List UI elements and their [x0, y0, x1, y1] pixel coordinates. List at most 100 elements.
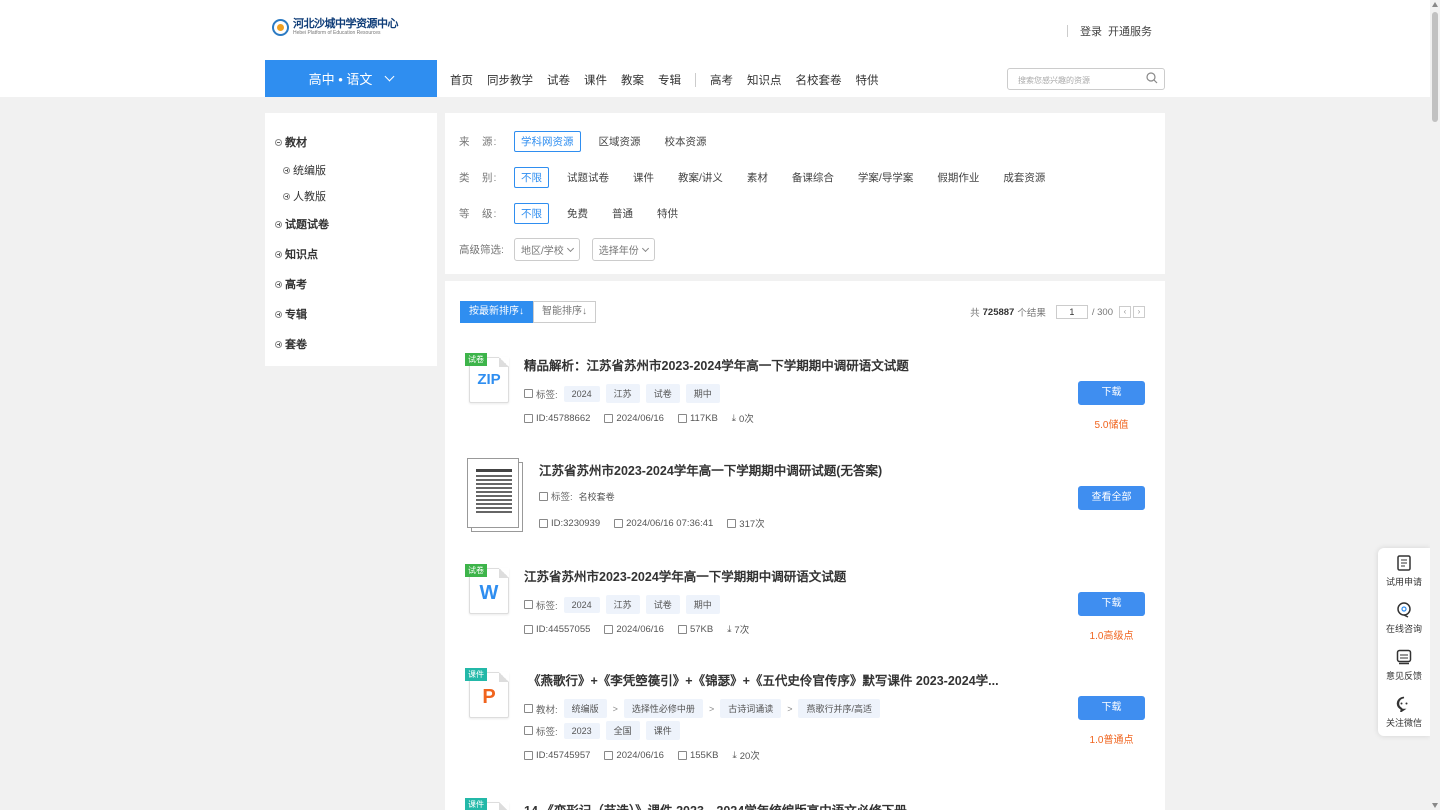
item-title[interactable]: 江苏省苏州市2023-2024学年高一下学期期中调研试题(无答案)	[539, 460, 882, 479]
site-logo[interactable]: 河北沙城中学资源中心 Hebei Platform of Education R…	[272, 19, 399, 36]
subject-selector-button[interactable]: 高中 • 语文	[265, 60, 437, 97]
tag[interactable]: 期中	[685, 595, 720, 614]
sort-newest-button[interactable]: 按最新排序↓	[460, 301, 533, 323]
nav-item-special[interactable]: 特供	[856, 72, 879, 88]
filter-option[interactable]: 不限	[514, 203, 549, 224]
item-downloads: 0次	[739, 414, 754, 425]
service-link[interactable]: 开通服务	[1108, 23, 1152, 39]
tag[interactable]: 期中	[685, 384, 720, 403]
page-input[interactable]: 1	[1055, 305, 1088, 319]
search-icon[interactable]	[1146, 72, 1158, 84]
filter-option[interactable]: 普通	[606, 204, 639, 223]
download-button[interactable]: 下载	[1078, 381, 1145, 405]
page-total: / 300	[1091, 306, 1113, 318]
filter-option[interactable]: 区域资源	[593, 132, 647, 151]
filter-option[interactable]: 素材	[741, 168, 774, 187]
view-all-button[interactable]: 查看全部	[1078, 486, 1145, 510]
textbook-path[interactable]: 统编版	[563, 699, 607, 718]
file-type-label: W	[479, 582, 499, 604]
tag[interactable]: 2024	[563, 596, 600, 613]
sidebar-item-textbook[interactable]: 教材	[265, 127, 437, 157]
list-item[interactable]: 试卷 ZIP 精品解析：江苏省苏州市2023-2024学年高一下学期期中调研语文…	[465, 353, 1145, 433]
word-file-icon: 试卷 W	[465, 564, 509, 616]
logo-icon	[272, 19, 289, 36]
sidebar-subitem-tongbian[interactable]: 统编版	[265, 157, 437, 183]
item-title[interactable]: 精品解析：江苏省苏州市2023-2024学年高一下学期期中调研语文试题	[524, 355, 909, 374]
filter-option[interactable]: 假期作业	[931, 168, 985, 187]
trial-apply-button[interactable]: 试用申请	[1378, 548, 1430, 595]
nav-item-courseware[interactable]: 课件	[584, 72, 607, 88]
item-title[interactable]: 14.《变形记（节选）》课件 2023—2024学年统编版高中语文必修下册	[524, 800, 907, 810]
sidebar-item-label: 套卷	[285, 339, 307, 351]
page-scrollbar[interactable]	[1430, 0, 1440, 810]
search-input[interactable]: 搜索您感兴趣的资源	[1007, 68, 1165, 90]
scrollbar-thumb[interactable]	[1432, 12, 1438, 122]
filter-option[interactable]: 免费	[561, 204, 594, 223]
tag[interactable]: 2023	[563, 722, 600, 739]
nav-item-lesson-plans[interactable]: 教案	[621, 72, 644, 88]
list-item[interactable]: 课件 14.《变形记（节选）》课件 2023—2024学年统编版高中语文必修下册	[465, 798, 1145, 810]
item-title[interactable]: 《燕歌行》+《李凭箜篌引》+《锦瑟》+《五代史伶官传序》默写课件 2023-20…	[528, 670, 999, 689]
nav-item-school-papers[interactable]: 名校套卷	[796, 72, 842, 88]
nav-item-papers[interactable]: 试卷	[547, 72, 570, 88]
list-item[interactable]: 课件 P 《燕歌行》+《李凭箜篌引》+《锦瑟》+《五代史伶官传序》默写课件 20…	[465, 668, 1145, 773]
login-link[interactable]: 登录	[1080, 23, 1102, 39]
nav-item-sync[interactable]: 同步教学	[487, 72, 533, 88]
category-sidebar: 教材 统编版 人教版 试题试卷 知识点 高考 专辑 套卷	[265, 113, 437, 366]
tag-label: 标签:	[536, 726, 558, 738]
nav-item-albums[interactable]: 专辑	[658, 72, 681, 88]
pagination: 共 725887 个结果 1 / 300 ‹ ›	[970, 305, 1145, 319]
online-consult-button[interactable]: 在线咨询	[1378, 595, 1430, 642]
search-placeholder: 搜索您感兴趣的资源	[1018, 76, 1090, 85]
prev-page-button[interactable]: ‹	[1119, 306, 1131, 318]
next-page-button[interactable]: ›	[1133, 306, 1145, 318]
download-button[interactable]: 下载	[1078, 592, 1145, 616]
nav-item-home[interactable]: 首页	[450, 72, 473, 88]
tag-icon	[539, 491, 548, 501]
textbook-path[interactable]: 燕歌行并序/高适	[798, 699, 880, 718]
region-school-select[interactable]: 地区/学校	[514, 238, 580, 261]
textbook-path[interactable]: 古诗词诵读	[720, 699, 782, 718]
scroll-up-arrow-icon[interactable]	[1432, 2, 1438, 7]
sidebar-item-papers[interactable]: 试题试卷	[265, 209, 437, 239]
tag[interactable]: 2024	[563, 385, 600, 402]
nav-item-gaokao[interactable]: 高考	[710, 72, 733, 88]
tag[interactable]: 试卷	[645, 595, 680, 614]
filter-option[interactable]: 校本资源	[659, 132, 713, 151]
tag[interactable]: 课件	[645, 721, 680, 740]
tag[interactable]: 江苏	[605, 384, 640, 403]
filter-option[interactable]: 学案/导学案	[852, 168, 919, 187]
download-button[interactable]: 下载	[1078, 696, 1145, 720]
textbook-path[interactable]: 选择性必修中册	[623, 699, 703, 718]
filter-option[interactable]: 课件	[627, 168, 660, 187]
scroll-down-arrow-icon[interactable]	[1432, 803, 1438, 808]
feedback-button[interactable]: 意见反馈	[1378, 642, 1430, 689]
list-item[interactable]: 江苏省苏州市2023-2024学年高一下学期期中调研试题(无答案) 标签: 名校…	[465, 458, 1145, 538]
sidebar-item-gaokao[interactable]: 高考	[265, 269, 437, 299]
sidebar-item-knowledge[interactable]: 知识点	[265, 239, 437, 269]
list-item[interactable]: 试卷 W 江苏省苏州市2023-2024学年高一下学期期中调研语文试题 标签: …	[465, 564, 1145, 644]
sidebar-item-sets[interactable]: 套卷	[265, 329, 437, 359]
file-size-icon	[677, 750, 687, 760]
sort-smart-button[interactable]: 智能排序↓	[533, 301, 596, 323]
sidebar-subitem-renjiao[interactable]: 人教版	[265, 183, 437, 209]
filter-option[interactable]: 学科网资源	[514, 131, 581, 152]
item-size: 57KB	[689, 623, 714, 635]
tag[interactable]: 全国	[605, 721, 640, 740]
follow-wechat-button[interactable]: 关注微信	[1378, 689, 1430, 736]
chevron-down-icon	[566, 244, 574, 252]
filter-option[interactable]: 备课综合	[786, 168, 840, 187]
year-select[interactable]: 选择年份	[591, 238, 655, 261]
filter-option[interactable]: 教案/讲义	[672, 168, 729, 187]
item-title[interactable]: 江苏省苏州市2023-2024学年高一下学期期中调研语文试题	[524, 566, 846, 585]
tag[interactable]: 试卷	[645, 384, 680, 403]
tag[interactable]: 江苏	[605, 595, 640, 614]
chat-bubble-icon	[1396, 696, 1408, 712]
filter-option[interactable]: 不限	[514, 167, 549, 188]
filter-option[interactable]: 特供	[651, 204, 684, 223]
nav-item-knowledge[interactable]: 知识点	[747, 72, 782, 88]
filter-option[interactable]: 试题试卷	[561, 168, 615, 187]
filter-option[interactable]: 成套资源	[997, 168, 1051, 187]
sidebar-item-albums[interactable]: 专辑	[265, 299, 437, 329]
sidebar-item-label: 试题试卷	[285, 219, 329, 231]
